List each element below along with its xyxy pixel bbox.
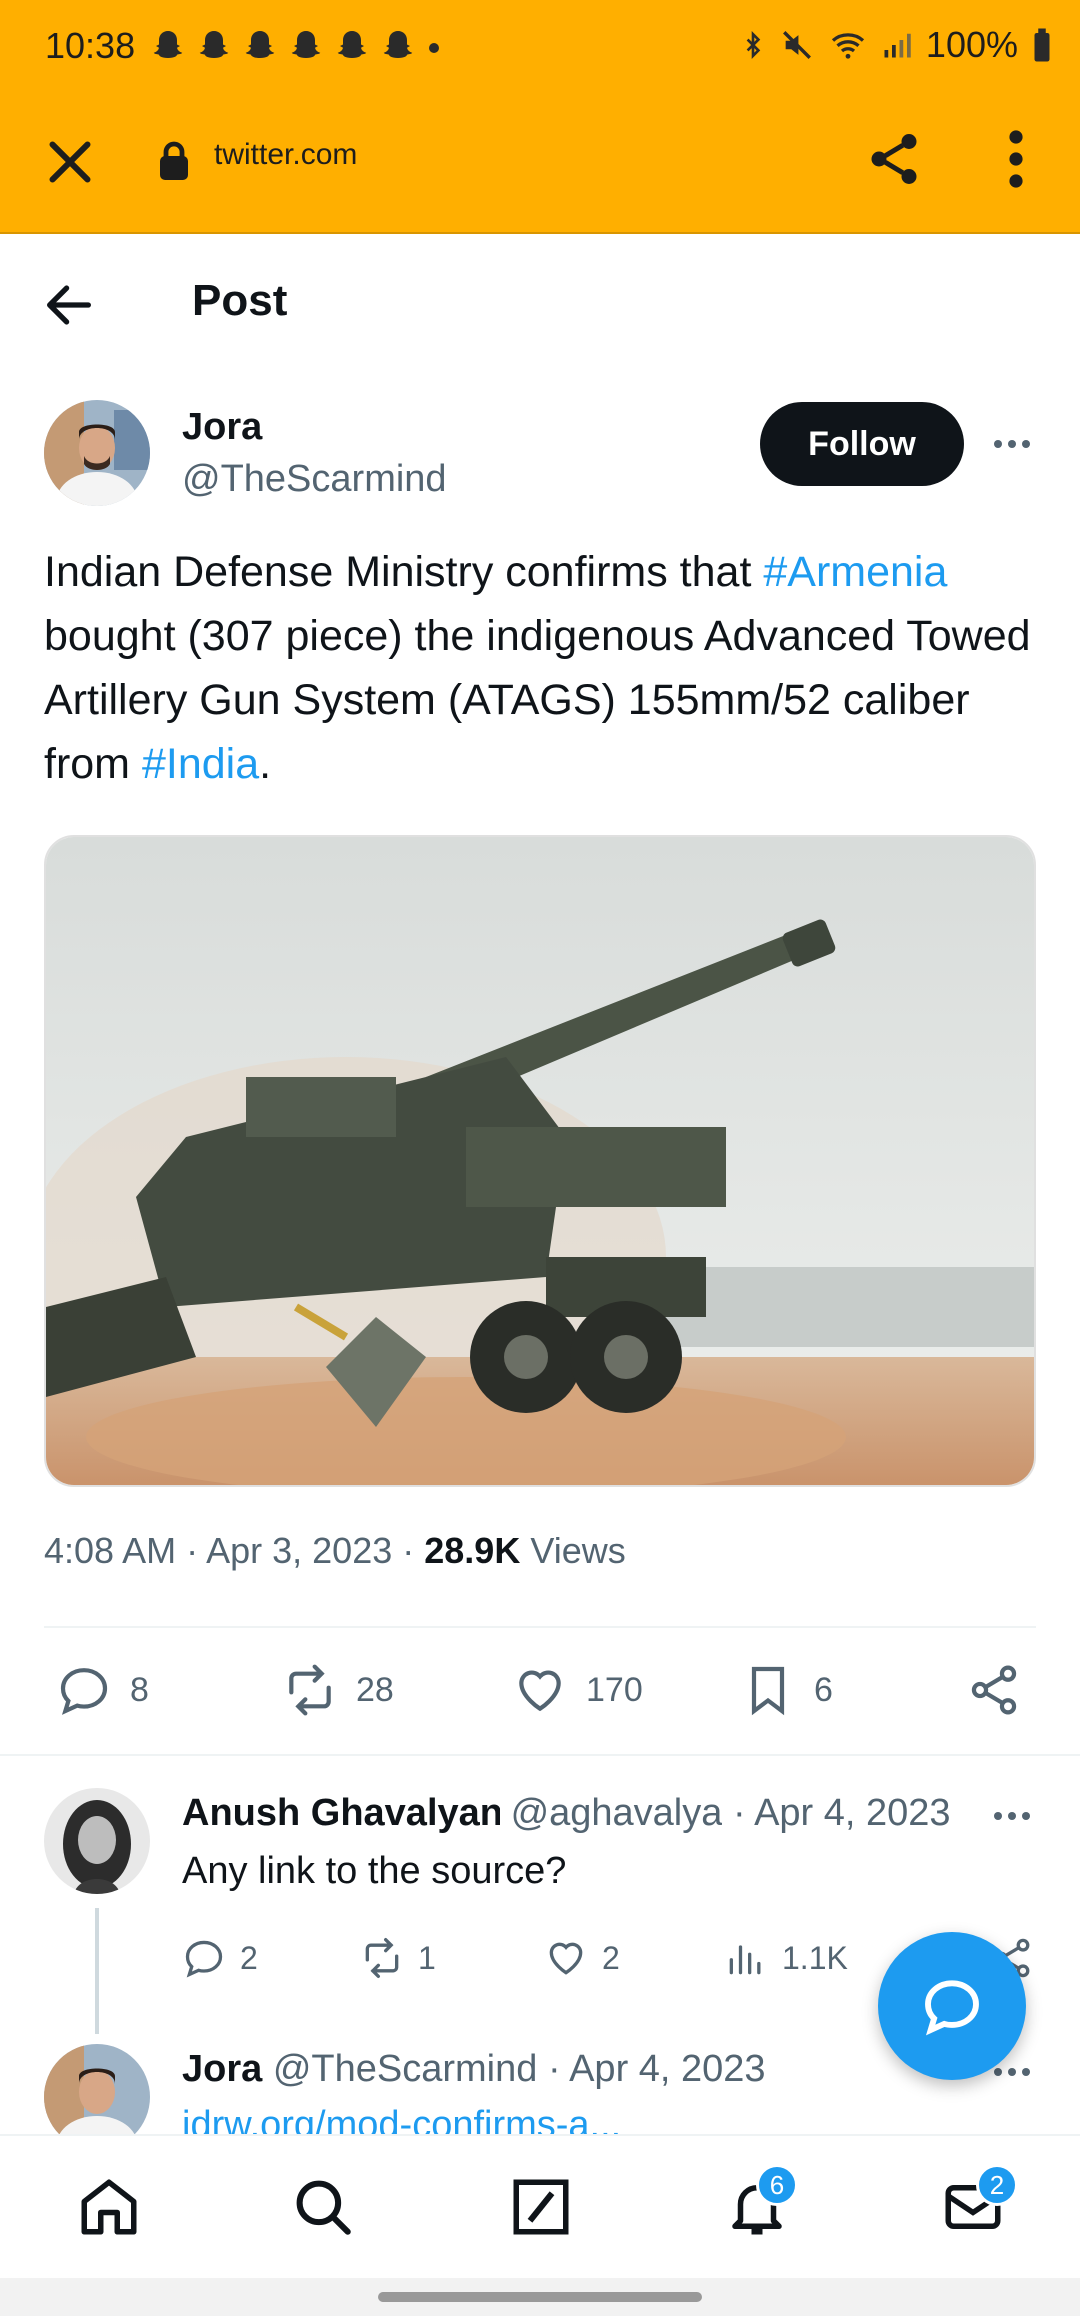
author-name[interactable]: Jora (182, 406, 262, 449)
avatar[interactable] (44, 1788, 150, 1894)
retweet-button[interactable]: 1 (360, 1936, 436, 1980)
bookmark-icon (751, 1666, 785, 1716)
bookmark-count: 6 (814, 1670, 833, 1709)
like-button[interactable]: 170 (512, 1662, 643, 1718)
battery-percent: 100% (925, 24, 1018, 65)
search-icon[interactable] (290, 2174, 356, 2240)
status-bar: 10:38 100% (0, 0, 1080, 92)
hashtag-link[interactable]: #India (142, 740, 259, 788)
tweet-date[interactable]: Apr 3, 2023 (206, 1530, 392, 1571)
tweet-time: 4:08 AM (44, 1530, 177, 1571)
tweet-meta: 4:08 AM · Apr 3, 2023 · 28.9K Views (44, 1530, 626, 1571)
close-icon[interactable] (40, 132, 100, 192)
reply-link[interactable]: idrw.org/mod-confirms-a... (182, 2104, 621, 2134)
share-icon[interactable] (864, 126, 924, 192)
bookmark-button[interactable]: 6 (740, 1662, 833, 1718)
like-count: 2 (602, 1939, 620, 1976)
battery-icon (1034, 28, 1050, 62)
like-count: 170 (586, 1670, 643, 1709)
views-count: 1.1K (782, 1939, 848, 1976)
tweet-image[interactable] (44, 835, 1036, 1487)
url-text[interactable]: twitter.com (214, 138, 357, 172)
retweet-icon (289, 1664, 331, 1716)
home-icon[interactable] (76, 2174, 142, 2240)
reply-count: 2 (240, 1939, 258, 1976)
reply-icon (60, 1668, 108, 1715)
page-title: Post (192, 276, 288, 325)
dot-icon (429, 43, 439, 53)
status-right: 100% (740, 24, 1052, 66)
snapchat-icon (245, 31, 275, 58)
views-button[interactable]: 1.1K (724, 1936, 848, 1980)
thread-line (95, 1908, 99, 2034)
reply-date[interactable]: · Apr 4, 2023 (548, 2048, 766, 2090)
retweet-button[interactable]: 28 (282, 1662, 394, 1718)
wifi-icon (831, 33, 865, 59)
messages-badge: 2 (976, 2164, 1018, 2206)
reply-count: 8 (130, 1670, 149, 1709)
status-time: 10:38 (45, 25, 136, 66)
reply-button[interactable]: 2 (182, 1936, 258, 1980)
tweet-text-part: . (259, 740, 272, 788)
home-indicator[interactable] (378, 2292, 702, 2302)
like-button[interactable]: 2 (544, 1936, 620, 1980)
reply-author-name[interactable]: Anush Ghavalyan (182, 1792, 500, 1835)
snapchat-icon (199, 31, 229, 58)
reply-author[interactable]: Anush Ghavalyan @aghavalya · Apr 4, 2023 (182, 1792, 958, 1835)
lock-icon (160, 141, 188, 180)
notification-icons (150, 28, 442, 64)
back-arrow-icon[interactable] (40, 276, 98, 334)
compose-reply-button[interactable] (878, 1932, 1026, 2080)
views-label: Views (530, 1530, 626, 1571)
snapchat-icon (337, 31, 367, 58)
more-horizontal-icon[interactable] (992, 438, 1032, 450)
retweet-count: 28 (356, 1670, 394, 1709)
avatar[interactable] (44, 400, 150, 506)
heart-icon (519, 1670, 561, 1712)
reply-author-handle[interactable]: @TheScarmind (273, 2048, 538, 2090)
tweet-text: Indian Defense Ministry confirms that #A… (44, 540, 1044, 796)
reply-icon (185, 1940, 223, 1978)
reply-button[interactable]: 8 (56, 1662, 149, 1718)
mute-icon (782, 31, 811, 59)
heart-icon (549, 1942, 583, 1975)
compose-icon[interactable] (508, 2174, 574, 2240)
bluetooth-icon (746, 31, 761, 59)
follow-button[interactable]: Follow (760, 402, 964, 486)
views-count: 28.9K (424, 1530, 521, 1571)
tweet-text-part: Indian Defense Ministry confirms that (44, 548, 764, 596)
reply-text: Any link to the source? (182, 1850, 567, 1892)
retweet-count: 1 (418, 1939, 436, 1976)
bottom-nav: 6 2 (0, 2134, 1080, 2278)
divider (0, 1754, 1080, 1756)
snapchat-icon (153, 31, 183, 58)
chat-bubble-icon (925, 1980, 979, 2036)
reply-author-handle[interactable]: @aghavalya (511, 1792, 723, 1835)
browser-toolbar: twitter.com (0, 92, 1080, 234)
reply-author[interactable]: Jora @TheScarmind · Apr 4, 2023 (182, 2048, 766, 2091)
more-vertical-icon[interactable] (998, 126, 1034, 192)
author-handle[interactable]: @TheScarmind (182, 458, 447, 501)
share-icon (971, 1665, 1017, 1715)
reply-date[interactable]: · Apr 4, 2023 (733, 1792, 951, 1834)
notifications-badge: 6 (756, 2164, 798, 2206)
reply-text-clip: idrw.org/mod-confirms-a... (182, 2104, 782, 2134)
signal-icon (884, 33, 911, 58)
retweet-icon (365, 1938, 399, 1978)
snapchat-icon (291, 31, 321, 58)
more-horizontal-icon[interactable] (992, 1810, 1032, 1822)
more-horizontal-icon[interactable] (992, 2066, 1032, 2078)
share-button[interactable] (966, 1662, 1022, 1718)
snapchat-icon (383, 31, 413, 58)
post-header: Post (0, 236, 1080, 370)
hashtag-link[interactable]: #Armenia (763, 548, 947, 596)
reply-author-name[interactable]: Jora (182, 2048, 262, 2090)
gesture-bar (0, 2278, 1080, 2316)
divider (44, 1626, 1036, 1628)
analytics-icon (729, 1945, 761, 1975)
